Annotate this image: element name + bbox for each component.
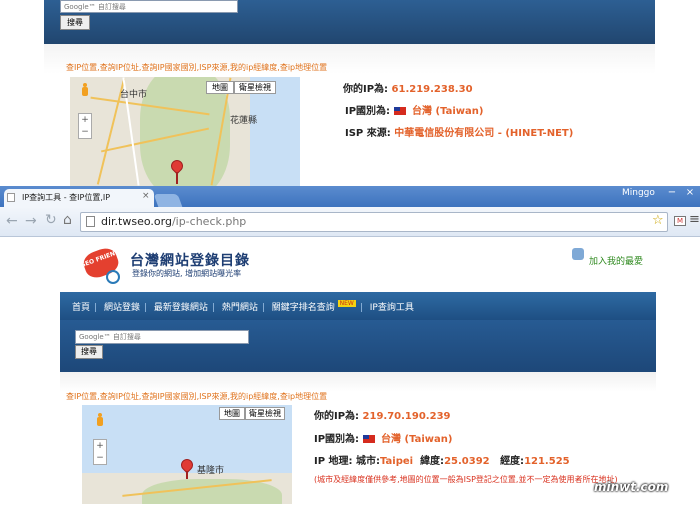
page-gutter-right: [655, 0, 700, 186]
search-input[interactable]: Google™ 自訂搜尋: [60, 0, 238, 13]
watermark: minwt.com: [594, 480, 669, 494]
ip-row: 你的IP為: 61.219.238.30: [343, 80, 473, 95]
gmail-extension-icon[interactable]: M: [674, 216, 686, 226]
country-label: IP國別為:: [314, 434, 360, 445]
ip-label: 你的IP為:: [343, 84, 389, 95]
nav-popular-sites[interactable]: 熱門網站: [222, 303, 258, 313]
site-nav: 首頁 | 網站登錄 | 最新登錄網站 | 熱門網站 | 關鍵字排名查詢 NEW | IP查…: [72, 300, 414, 313]
background-screenshot: Google™ 自訂搜尋 搜尋 查IP位置,查詢IP位址,查詢IP國家國別,IS…: [0, 0, 700, 186]
zoom-out-button[interactable]: −: [94, 452, 106, 464]
minimize-button[interactable]: −: [663, 186, 681, 200]
taiwan-flag-icon: [393, 107, 406, 115]
geo-label: IP 地理:: [314, 456, 353, 467]
page-icon: [86, 216, 95, 227]
favorite-icon[interactable]: [572, 248, 584, 260]
reload-icon[interactable]: ↻: [45, 212, 57, 228]
map-label-keelung: 基隆市: [197, 466, 225, 476]
keyword-links: 查IP位置,查詢IP位址,查詢IP國家國別,ISP來源,我的ip經緯度,查ip地…: [66, 63, 328, 72]
zoom-in-button[interactable]: +: [94, 440, 106, 452]
country-value: 台灣 (Taiwan): [381, 434, 453, 445]
close-window-button[interactable]: ×: [681, 186, 699, 200]
zoom-control[interactable]: + −: [78, 113, 92, 139]
ip-value: 61.219.238.30: [391, 84, 473, 95]
profile-name[interactable]: Minggo: [622, 188, 655, 198]
isp-row: ISP 來源: 中華電信股份有限公司 - (HINET-NET): [345, 124, 573, 139]
lat-label: 緯度:: [420, 456, 445, 467]
lat-value: 25.0392: [444, 456, 490, 467]
map[interactable]: + − 地圖 衛星檢視 台中市 花蓮縣: [70, 77, 300, 186]
geo-row: IP 地理: 城市:Taipei 緯度:25.0392 經度:121.525: [314, 452, 570, 467]
page-gutter-left: [0, 0, 44, 186]
url-host: dir.twseo.org: [101, 215, 172, 228]
new-tab-button[interactable]: [153, 194, 183, 207]
search-strip: [60, 320, 656, 373]
map[interactable]: + − 地圖 衛星檢視 基隆市: [82, 405, 292, 504]
new-badge: NEW: [337, 300, 356, 307]
location-marker-pin: [186, 471, 188, 479]
url-text[interactable]: dir.twseo.org/ip-check.php: [101, 215, 246, 228]
url-path: /ip-check.php: [171, 215, 247, 228]
street-view-pegman-icon[interactable]: [95, 413, 105, 427]
taiwan-flag-icon: [362, 435, 375, 443]
site-slogan: 登錄你的網站, 增加網站曝光率: [132, 269, 242, 278]
back-arrow-icon[interactable]: ←: [6, 213, 18, 229]
lng-label: 經度:: [500, 456, 525, 467]
satellite-view-button[interactable]: 衛星檢視: [234, 81, 276, 94]
location-note: (城市及經緯度僅供參考,地圖的位置一般為ISP登記之位置,並不一定為使用者所在地…: [314, 475, 618, 484]
zoom-out-button[interactable]: −: [79, 126, 91, 138]
map-label-taichung: 台中市: [120, 90, 148, 100]
map-type-button[interactable]: 地圖: [219, 407, 245, 420]
forward-arrow-icon[interactable]: →: [25, 213, 37, 229]
country-row: IP國別為: 台灣 (Taiwan): [314, 430, 452, 445]
browser-tab[interactable]: IP查詢工具 - 查IP位置,IP: [4, 189, 154, 207]
isp-label: ISP 來源:: [345, 128, 391, 139]
page-gutter-right: [656, 237, 700, 505]
map-type-button[interactable]: 地圖: [206, 81, 234, 94]
search-button[interactable]: 搜尋: [60, 15, 90, 30]
nav-keyword-rank[interactable]: 關鍵字排名查詢: [272, 303, 335, 313]
page-gutter-left: [0, 237, 60, 505]
zoom-control[interactable]: + −: [93, 439, 107, 465]
nav-submit-site[interactable]: 網站登錄: [104, 303, 140, 313]
nav-home[interactable]: 首頁: [72, 303, 90, 313]
ip-row: 你的IP為: 219.70.190.239: [314, 407, 450, 422]
country-label: IP國別為:: [345, 106, 391, 117]
street-view-pegman-icon[interactable]: [80, 83, 90, 97]
country-value: 台灣 (Taiwan): [412, 106, 484, 117]
map-label-hualien: 花蓮縣: [230, 116, 258, 126]
bookmark-star-icon[interactable]: ☆: [652, 213, 664, 228]
zoom-in-button[interactable]: +: [79, 114, 91, 126]
location-marker-pin: [176, 172, 178, 184]
isp-value: 中華電信股份有限公司 - (HINET-NET): [394, 128, 574, 139]
tab-close-icon[interactable]: ×: [142, 191, 150, 201]
site-title[interactable]: 台灣網站登錄目錄: [130, 250, 250, 270]
page-favicon-icon: [7, 193, 15, 202]
lng-value: 121.525: [524, 456, 570, 467]
nav-latest-sites[interactable]: 最新登錄網站: [154, 303, 208, 313]
search-button[interactable]: 搜尋: [75, 345, 103, 359]
search-input[interactable]: Google™ 自訂搜尋: [75, 330, 249, 344]
nav-ip-tool[interactable]: IP查詢工具: [370, 303, 414, 313]
country-row: IP國別為: 台灣 (Taiwan): [345, 102, 483, 117]
keyword-links: 查IP位置,查詢IP位址,查詢IP國家國別,ISP來源,我的ip經緯度,查ip地…: [66, 392, 328, 401]
ip-label: 你的IP為:: [314, 411, 360, 422]
ip-value: 219.70.190.239: [362, 411, 451, 422]
home-icon[interactable]: ⌂: [63, 212, 72, 228]
magnifier-icon: [106, 270, 120, 284]
add-favorite-link[interactable]: 加入我的最愛: [589, 254, 643, 267]
city-value: Taipei: [380, 456, 414, 467]
city-label: 城市:: [356, 456, 381, 467]
satellite-view-button[interactable]: 衛星檢視: [245, 407, 285, 420]
browser-menu-icon[interactable]: ≡: [689, 212, 700, 227]
